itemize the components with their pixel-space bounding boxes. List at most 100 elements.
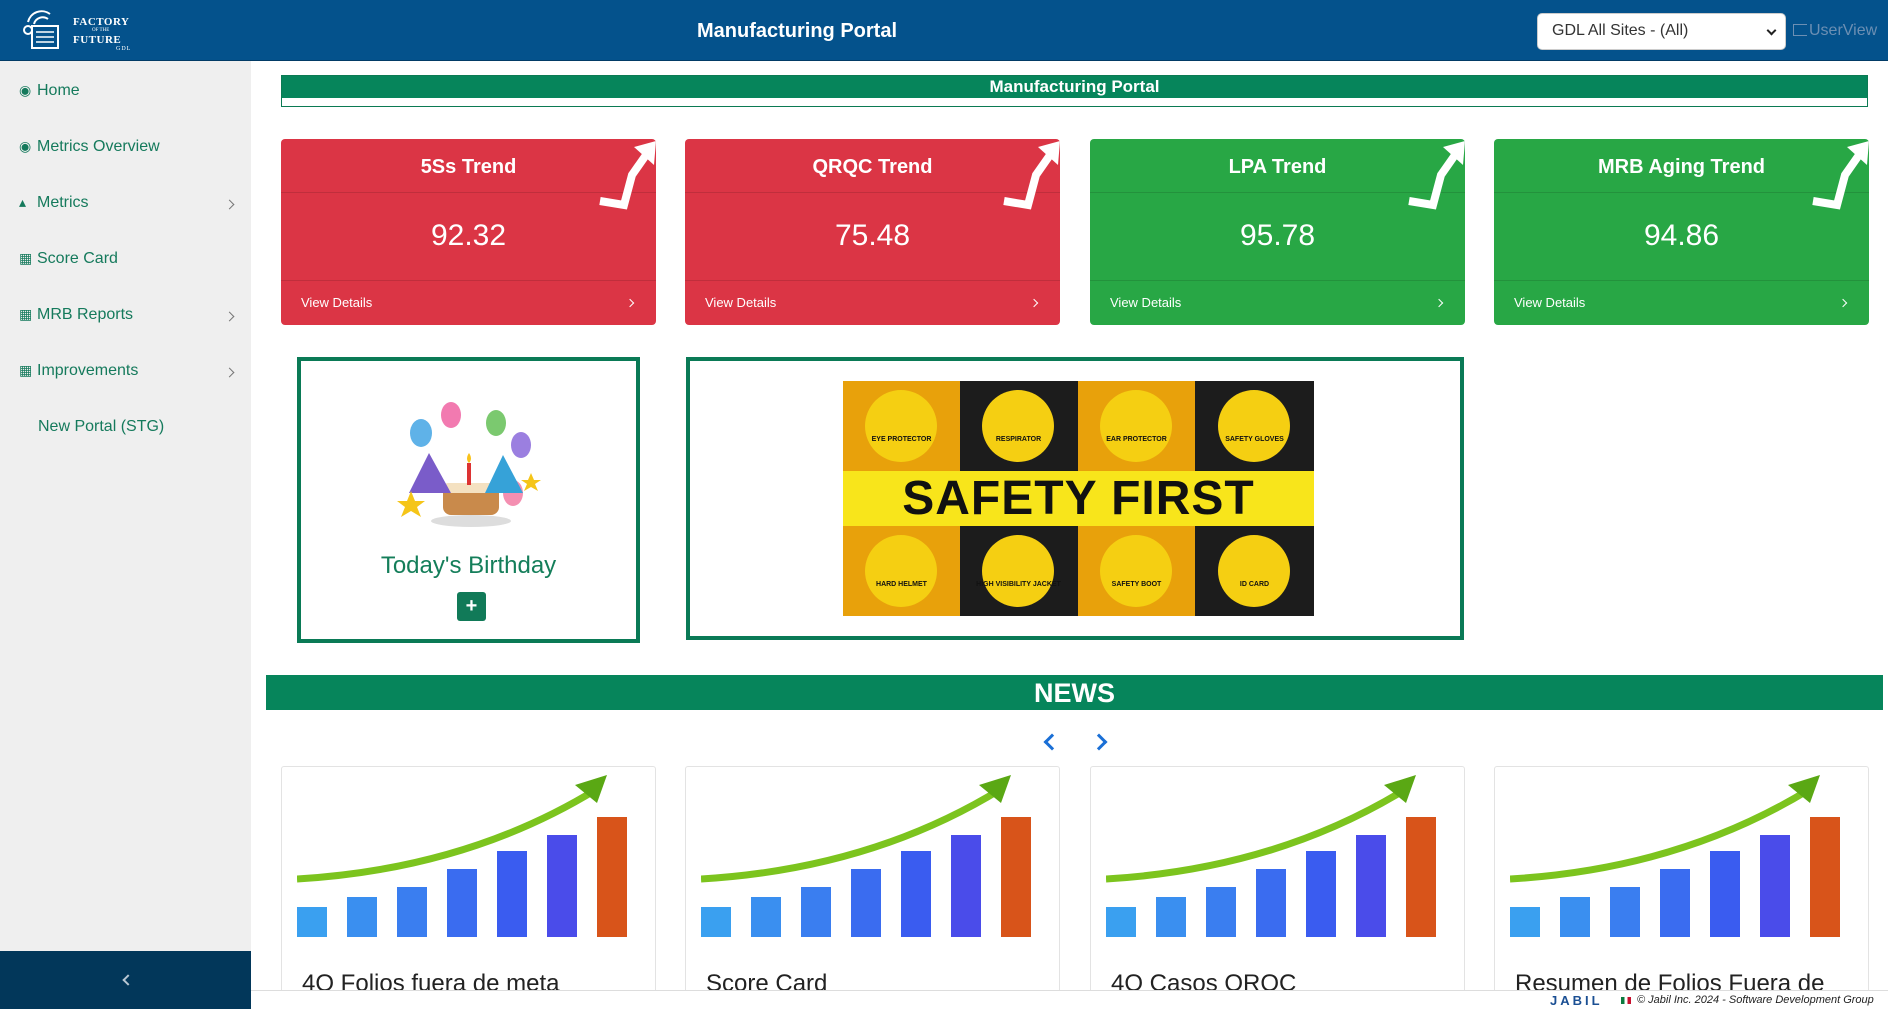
sidebar-collapse-button[interactable] [0, 951, 251, 1009]
trend-up-icon [1812, 141, 1869, 210]
chevron-right-icon [1434, 298, 1444, 308]
growth-chart-image [1106, 775, 1436, 937]
sidebar-item-label: Metrics [37, 194, 89, 211]
growth-chart-image [1510, 775, 1840, 937]
sidebar-item-label: Improvements [37, 362, 139, 379]
safety-item: EAR PROTECTOR [1078, 381, 1195, 471]
view-details-link[interactable]: View Details [1090, 280, 1465, 325]
chevron-right-icon[interactable] [224, 367, 235, 378]
logo-line-2: OF THE [92, 28, 110, 33]
view-details-link[interactable]: View Details [281, 280, 656, 325]
mexico-flag-icon [1621, 997, 1631, 1004]
safety-item-label: HARD HELMET [876, 581, 927, 588]
birthday-cake-image [397, 402, 541, 527]
sidebar-item-mrb-reports[interactable]: ▦ MRB Reports [19, 306, 133, 324]
sidebar-item-improvements[interactable]: ▦ Improvements [19, 362, 138, 380]
safety-headline: SAFETY FIRST [843, 471, 1314, 526]
logo-icon [23, 10, 59, 49]
hard-helmet-icon [865, 535, 937, 607]
respirator-icon [982, 390, 1054, 462]
safety-item-label: HIGH VISIBILITY JACKET [976, 581, 1061, 588]
copyright-text: © Jabil Inc. 2024 - Software Development… [1637, 994, 1874, 1006]
table-icon: ▦ [19, 250, 33, 266]
trend-up-icon [1003, 141, 1060, 210]
sign-out-icon [1793, 24, 1807, 36]
factory-of-the-future-logo[interactable]: FACTORY OF THE FUTURE GDL [20, 8, 142, 54]
sidebar-item-label: Score Card [37, 250, 118, 267]
trend-up-icon [599, 141, 656, 210]
area-chart-icon: ▴ [19, 194, 27, 210]
safety-item-label: SAFETY BOOT [1111, 581, 1162, 588]
safety-panel: EYE PROTECTOR RESPIRATOR EAR PROTECTOR S… [686, 357, 1464, 640]
news-header: NEWS [266, 675, 1883, 710]
chevron-right-icon [1838, 298, 1848, 308]
news-card[interactable]: 4Q Folios fuera de meta [281, 766, 656, 1009]
safety-item: SAFETY BOOT [1078, 526, 1195, 616]
site-select[interactable]: GDL All Sites - (All) [1537, 13, 1786, 50]
kpi-card-lpa: LPA Trend 95.78 View Details [1090, 139, 1465, 325]
safety-item: HIGH VISIBILITY JACKET [960, 526, 1077, 616]
dashboard-icon: ◉ [19, 82, 32, 98]
view-details-label: View Details [705, 295, 777, 310]
boots-icon [1100, 535, 1172, 607]
dashboard-icon: ◉ [19, 138, 32, 154]
top-bar: FACTORY OF THE FUTURE GDL Manufacturing … [0, 0, 1888, 61]
sidebar-item-new-portal[interactable]: New Portal (STG) [38, 418, 164, 436]
sidebar-item-metrics-overview[interactable]: ◉ Metrics Overview [19, 138, 160, 156]
safety-item-label: RESPIRATOR [995, 436, 1042, 443]
birthday-title: Today's Birthday [380, 552, 557, 579]
userview-label: UserView [1809, 22, 1878, 39]
vest-icon [982, 535, 1054, 607]
safety-item-label: EAR PROTECTOR [1106, 436, 1167, 443]
jabil-logo: JABIL [1550, 993, 1603, 1008]
safety-item: EYE PROTECTOR [843, 381, 960, 471]
safety-first-image: EYE PROTECTOR RESPIRATOR EAR PROTECTOR S… [843, 381, 1314, 616]
birthday-panel: Today's Birthday + [297, 357, 640, 643]
add-birthday-button[interactable]: + [457, 592, 486, 621]
safety-item-label: EYE PROTECTOR [871, 436, 932, 443]
safety-item: ID CARD [1196, 526, 1313, 616]
sidebar-item-label: Metrics Overview [37, 138, 160, 155]
userview-link[interactable]: UserView [1793, 22, 1877, 40]
kpi-card-qrqc: QRQC Trend 75.48 View Details [685, 139, 1060, 325]
sidebar-item-metrics[interactable]: ▴ Metrics [19, 194, 89, 212]
site-select-value: GDL All Sites - (All) [1552, 22, 1689, 39]
news-card[interactable]: 4Q Casos QRQC [1090, 766, 1465, 1009]
trend-up-icon [1408, 141, 1465, 210]
view-details-link[interactable]: View Details [685, 280, 1060, 325]
portal-banner-title: Manufacturing Portal [282, 76, 1867, 98]
safety-item: RESPIRATOR [960, 381, 1077, 471]
sidebar-item-label: New Portal (STG) [38, 418, 165, 435]
sidebar-item-label: Home [37, 82, 80, 99]
table-icon: ▦ [19, 306, 33, 322]
growth-chart-image [297, 775, 627, 937]
table-icon: ▦ [19, 362, 33, 378]
gloves-icon [1218, 390, 1290, 462]
chevron-right-icon [625, 298, 635, 308]
chevron-left-icon [122, 974, 134, 986]
view-details-label: View Details [301, 295, 373, 310]
logo-line-3: FUTURE [73, 34, 122, 46]
news-card[interactable]: Resumen de Folios Fuera de [1494, 766, 1869, 1009]
kpi-card-mrb-aging: MRB Aging Trend 94.86 View Details [1494, 139, 1869, 325]
view-details-link[interactable]: View Details [1494, 280, 1869, 325]
sidebar: ◉ Home ◉ Metrics Overview ▴ Metrics ▦ Score … [0, 61, 251, 951]
safety-item: HARD HELMET [843, 526, 960, 616]
safety-item-label: SAFETY GLOVES [1225, 436, 1284, 443]
footer: JABIL © Jabil Inc. 2024 - Software Devel… [251, 990, 1888, 1009]
sidebar-item-score-card[interactable]: ▦ Score Card [19, 250, 118, 268]
news-card[interactable]: Score Card [685, 766, 1060, 1009]
chevron-right-icon[interactable] [224, 199, 235, 210]
chevron-right-icon[interactable] [224, 311, 235, 322]
carousel-prev-icon[interactable] [1043, 733, 1061, 751]
goggles-icon [865, 390, 937, 462]
safety-item-label: ID CARD [1239, 581, 1270, 588]
growth-chart-image [701, 775, 1031, 937]
safety-item: SAFETY GLOVES [1196, 381, 1313, 471]
logo-line-1: FACTORY [73, 16, 130, 28]
sidebar-item-home[interactable]: ◉ Home [19, 82, 80, 100]
id-card-icon [1218, 535, 1290, 607]
app-title: Manufacturing Portal [696, 20, 897, 42]
carousel-next-icon[interactable] [1090, 733, 1108, 751]
view-details-label: View Details [1514, 295, 1586, 310]
